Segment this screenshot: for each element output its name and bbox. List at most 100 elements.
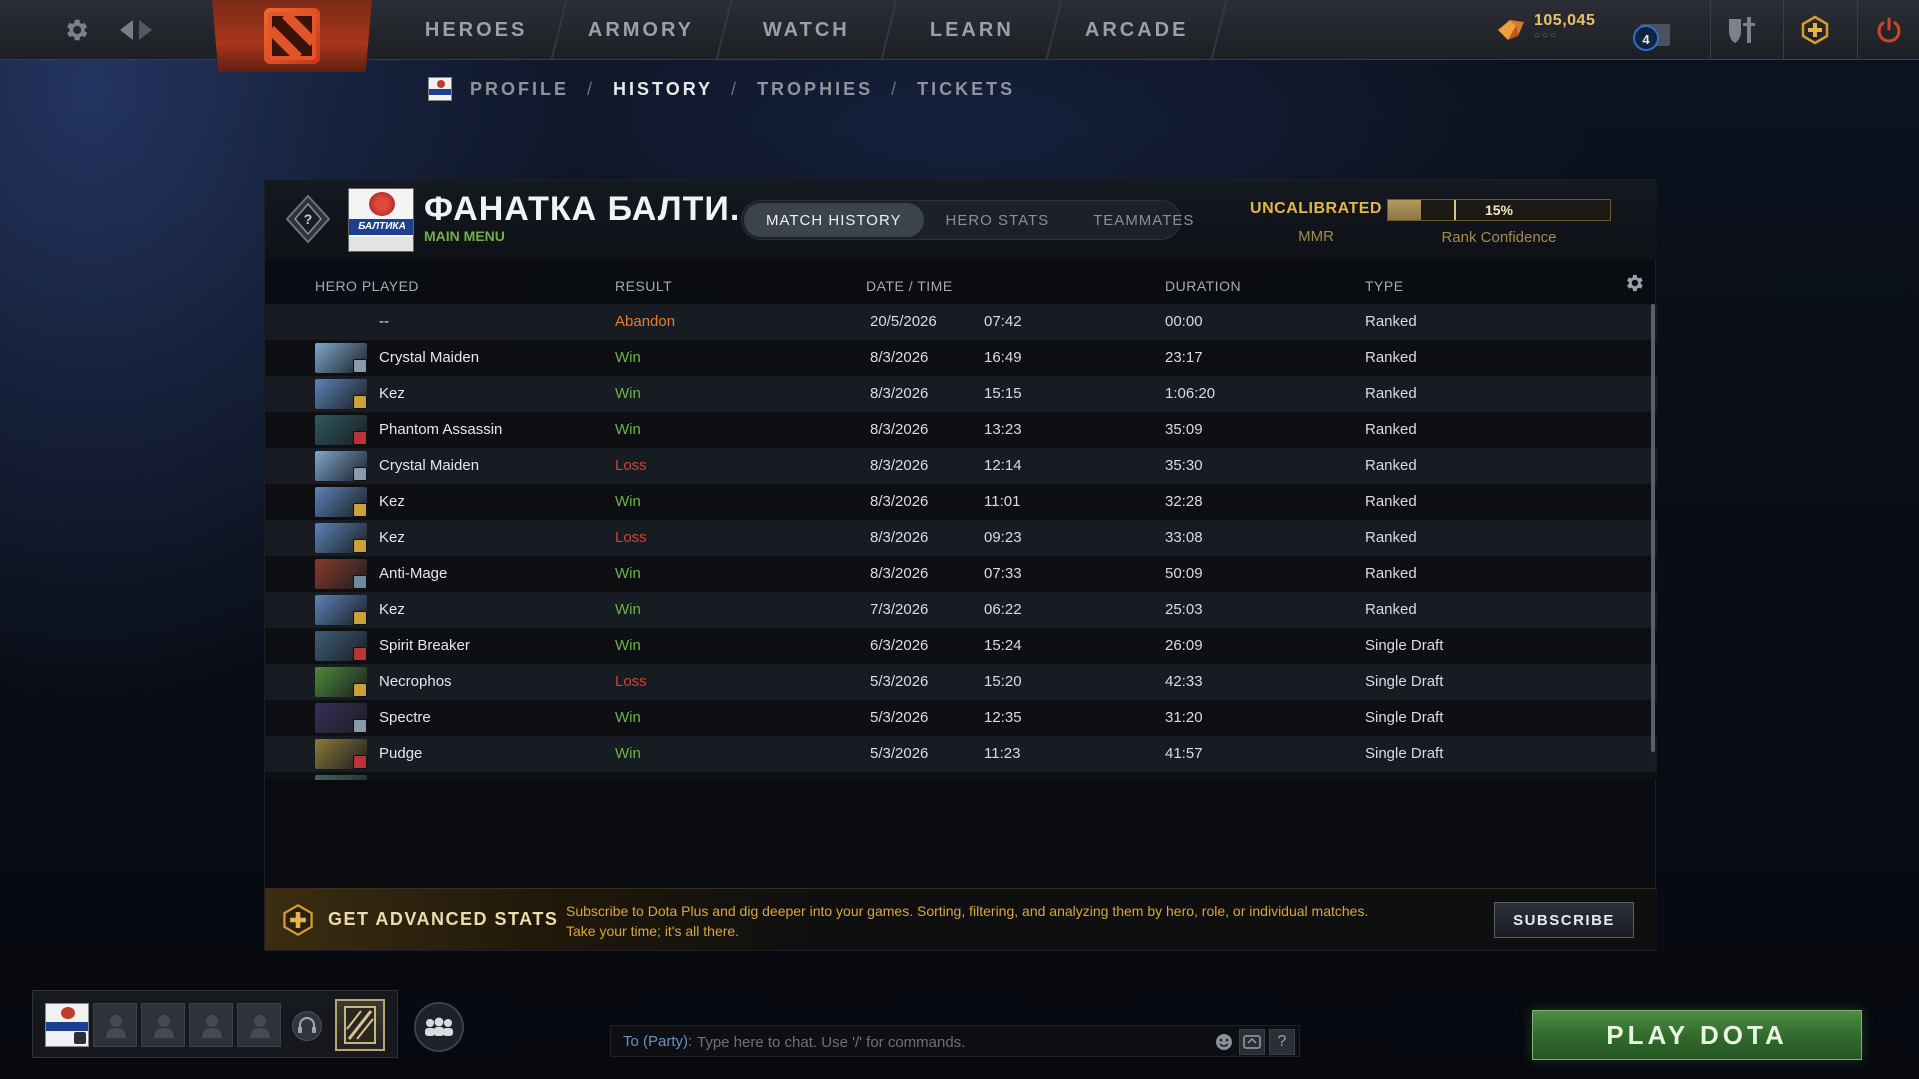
dota-plus-icon	[1801, 15, 1828, 45]
hero-name: Kez	[379, 529, 405, 546]
party-slot-empty[interactable]	[189, 1003, 233, 1047]
table-header: HERO PLAYED RESULT DATE / TIME DURATION …	[265, 270, 1657, 302]
avatar	[428, 77, 452, 101]
shards-icon	[1498, 20, 1524, 40]
match-type: Single Draft	[1365, 673, 1444, 690]
player-avatar[interactable]: БАЛТИКА	[348, 188, 414, 252]
match-result: Loss	[615, 457, 647, 474]
match-result: Loss	[615, 673, 647, 690]
party-slot-empty[interactable]	[141, 1003, 185, 1047]
chat-channel-label[interactable]: To (Party):	[623, 1033, 692, 1050]
col-duration[interactable]: DURATION	[1165, 278, 1241, 294]
table-settings-gear-icon[interactable]	[1623, 272, 1645, 294]
nav-heroes[interactable]: HEROES	[387, 0, 568, 60]
hero-role-icon	[353, 359, 367, 373]
subscribe-button[interactable]: SUBSCRIBE	[1494, 902, 1634, 938]
svg-text:?: ?	[304, 211, 313, 227]
rank-medal-icon: ?	[283, 194, 333, 244]
emoticon-button[interactable]	[1211, 1029, 1237, 1055]
hero-name: Necrophos	[379, 673, 452, 690]
battle-pass-button[interactable]	[1710, 0, 1772, 60]
dota-plus-button[interactable]	[1783, 0, 1845, 60]
mmr-block: UNCALIBRATED MMR	[1241, 200, 1391, 245]
guild-button[interactable]	[335, 999, 385, 1051]
mmr-title: UNCALIBRATED	[1250, 200, 1382, 217]
table-row[interactable]: WeaverLoss5/3/202607:2557:18Single Draft	[265, 772, 1657, 780]
dota-home-button[interactable]	[212, 0, 372, 72]
hero-portrait	[315, 775, 367, 780]
notifications-button[interactable]: 4	[1626, 10, 1678, 62]
table-row[interactable]: Spectre Win 5/3/2026 12:35 31:20 Single Draft	[265, 700, 1657, 736]
col-type[interactable]: TYPE	[1365, 278, 1404, 294]
table-row[interactable]: -- Abandon 20/5/2026 07:42 00:00 Ranked	[265, 304, 1657, 340]
hero-portrait-cell	[315, 631, 371, 661]
party-slot-empty[interactable]	[93, 1003, 137, 1047]
chat-bar: To (Party): ?	[610, 1025, 1300, 1057]
hero-portrait-cell	[315, 451, 371, 481]
nav-label: WATCH	[763, 18, 850, 41]
chat-input[interactable]	[697, 1030, 1217, 1054]
hero-portrait-cell	[315, 595, 371, 625]
mmr-label: MMR	[1298, 228, 1334, 245]
hero-portrait-cell	[315, 703, 371, 733]
chat-wheel-button[interactable]	[1239, 1029, 1265, 1055]
subnav-history[interactable]: HISTORY	[613, 79, 713, 100]
shards-dots: ○○○	[1534, 30, 1559, 41]
play-dota-button[interactable]: PLAY DOTA	[1532, 1010, 1862, 1060]
col-date-time[interactable]: DATE / TIME	[866, 278, 953, 294]
hero-portrait-cell	[315, 523, 371, 553]
tab-teammates[interactable]: TEAMMATES	[1071, 203, 1216, 237]
party-self-avatar[interactable]	[45, 1003, 89, 1047]
table-row[interactable]: Pudge Win 5/3/2026 11:23 41:57 Single Draft	[265, 736, 1657, 772]
match-time: 12:35	[984, 709, 1022, 726]
nav-watch[interactable]: WATCH	[717, 0, 898, 60]
subnav-tickets[interactable]: TICKETS	[917, 79, 1015, 100]
shards-display[interactable]: 105,045 ○○○	[1496, 12, 1595, 48]
tab-hero-stats[interactable]: HERO STATS	[924, 203, 1072, 237]
dota-plus-banner: GET ADVANCED STATS Subscribe to Dota Plu…	[265, 888, 1657, 950]
history-tabs: MATCH HISTORY HERO STATS TEAMMATES	[741, 200, 1193, 240]
hero-portrait-cell	[315, 415, 371, 445]
history-arrows	[120, 16, 164, 44]
match-result: Win	[615, 385, 641, 402]
match-type: Ranked	[1365, 529, 1417, 546]
table-row[interactable]: Phantom Assassin Win 8/3/2026 13:23 35:09 Ran…	[265, 412, 1657, 448]
table-row[interactable]: Kez Win 8/3/2026 15:15 1:06:20 Ranked	[265, 376, 1657, 412]
table-row[interactable]: Necrophos Loss 5/3/2026 15:20 42:33 Single Dr…	[265, 664, 1657, 700]
dota-logo-icon	[264, 8, 320, 64]
match-type: Ranked	[1365, 349, 1417, 366]
table-row[interactable]: Anti-Mage Win 8/3/2026 07:33 50:09 Ranked	[265, 556, 1657, 592]
match-list-scrollbar[interactable]	[1651, 304, 1655, 752]
col-result[interactable]: RESULT	[615, 278, 672, 294]
subnav-profile[interactable]: PROFILE	[470, 79, 569, 100]
match-type: Single Draft	[1365, 709, 1444, 726]
chat-help-button[interactable]: ?	[1269, 1029, 1295, 1055]
subnav-trophies[interactable]: TROPHIES	[757, 79, 873, 100]
hero-role-icon	[353, 503, 367, 517]
match-history-panel: ? БАЛТИКА ФАНАТКА БАЛТИ... MAIN MENU MAT…	[264, 179, 1657, 951]
match-type: Ranked	[1365, 601, 1417, 618]
nav-learn[interactable]: LEARN	[882, 0, 1063, 60]
table-row[interactable]: Crystal Maiden Win 8/3/2026 16:49 23:17 Ranke…	[265, 340, 1657, 376]
table-row[interactable]: Crystal Maiden Loss 8/3/2026 12:14 35:30 Rank…	[265, 448, 1657, 484]
tab-match-history[interactable]: MATCH HISTORY	[744, 203, 924, 237]
settings-gear-icon[interactable]	[62, 16, 90, 44]
forward-arrow-icon[interactable]	[139, 20, 152, 40]
table-row[interactable]: Spirit Breaker Win 6/3/2026 15:24 26:09 Singl…	[265, 628, 1657, 664]
table-row[interactable]: Kez Win 8/3/2026 11:01 32:28 Ranked	[265, 484, 1657, 520]
match-date: 8/3/2026	[870, 457, 929, 474]
social-menu-button[interactable]	[414, 1002, 464, 1052]
quit-button[interactable]	[1857, 0, 1919, 60]
table-row[interactable]: Kez Win 7/3/2026 06:22 25:03 Ranked	[265, 592, 1657, 628]
match-time: 07:42	[984, 313, 1022, 330]
nav-label: LEARN	[929, 18, 1014, 41]
hero-name: Kez	[379, 493, 405, 510]
table-row[interactable]: Kez Loss 8/3/2026 09:23 33:08 Ranked	[265, 520, 1657, 556]
party-slot-empty[interactable]	[237, 1003, 281, 1047]
nav-armory[interactable]: ARMORY	[552, 0, 733, 60]
back-arrow-icon[interactable]	[120, 20, 133, 40]
nav-arcade[interactable]: ARCADE	[1047, 0, 1228, 60]
voice-chat-headset-icon[interactable]	[292, 1011, 322, 1041]
match-duration: 42:33	[1165, 673, 1203, 690]
col-hero-played[interactable]: HERO PLAYED	[315, 278, 419, 294]
